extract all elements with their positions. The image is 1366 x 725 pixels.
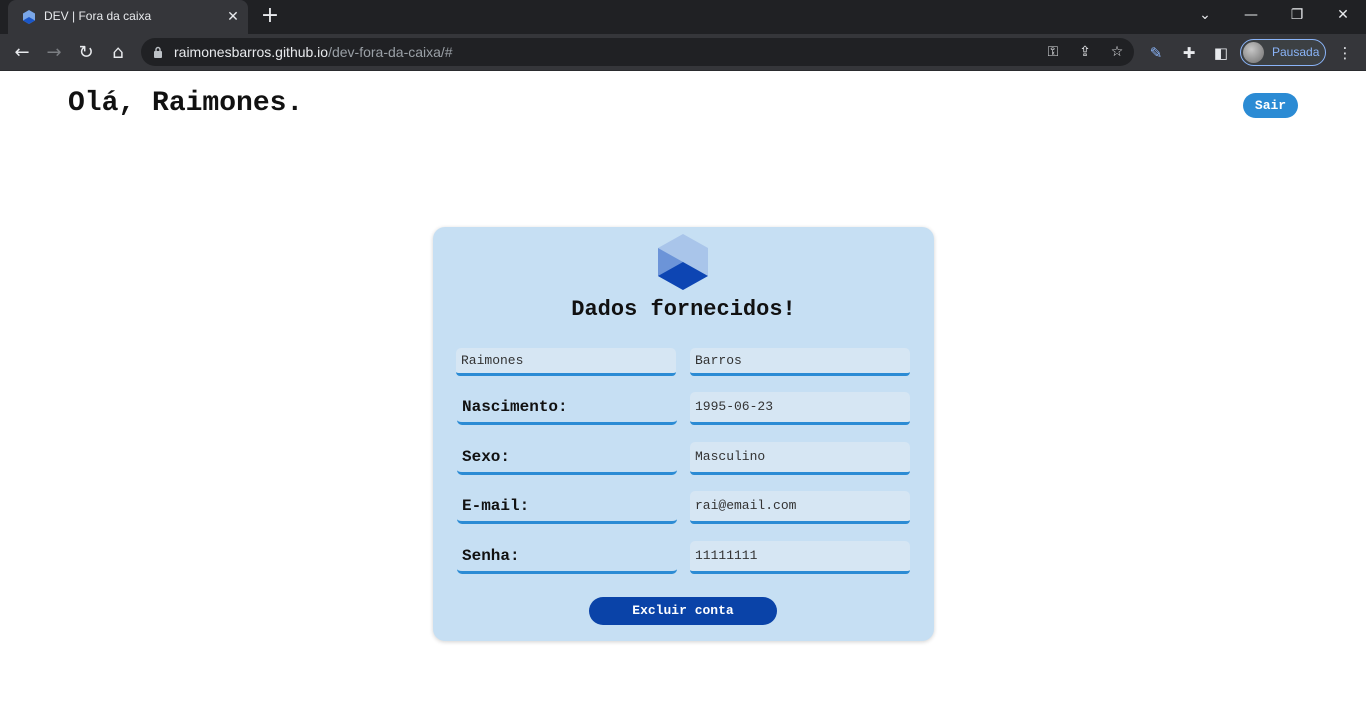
gender-label: Sexo:	[457, 442, 677, 475]
browser-tab-bar: DEV | Fora da caixa ✕ + ⌄ — ❐ ✕	[0, 0, 1366, 34]
address-bar[interactable]: raimonesbarros.github.io/dev-fora-da-cai…	[141, 38, 1134, 66]
browser-toolbar: ← → ↻ ⌂ raimonesbarros.github.io/dev-for…	[0, 34, 1366, 71]
lock-icon	[154, 46, 162, 58]
bookmark-star-icon[interactable]: ☆	[1107, 42, 1127, 62]
extension-pen-icon[interactable]: ✎	[1145, 42, 1167, 64]
new-tab-icon[interactable]: +	[258, 5, 282, 29]
profile-status: Pausada	[1272, 45, 1320, 59]
side-panel-icon[interactable]: ◧	[1210, 42, 1232, 64]
gender-field[interactable]: Masculino	[690, 442, 910, 475]
card-title: Dados fornecidos!	[571, 297, 796, 322]
user-data-card: Dados fornecidos! Raimones Barros Nascim…	[433, 227, 934, 641]
profile-button[interactable]: Pausada	[1240, 39, 1326, 66]
first-name-field[interactable]: Raimones	[456, 348, 676, 376]
url-host: raimonesbarros.github.io	[174, 44, 329, 60]
birthdate-label: Nascimento:	[457, 392, 677, 425]
tab-close-icon[interactable]: ✕	[224, 7, 242, 25]
restore-window-icon[interactable]: ❐	[1274, 0, 1320, 30]
url-text: raimonesbarros.github.io/dev-fora-da-cai…	[174, 44, 453, 60]
tab-title: DEV | Fora da caixa	[44, 9, 152, 23]
minimize-window-icon[interactable]: —	[1228, 0, 1274, 30]
tab-search-chevron-icon[interactable]: ⌄	[1182, 0, 1228, 30]
forward-icon[interactable]: →	[40, 39, 68, 67]
back-icon[interactable]: ←	[8, 39, 36, 67]
password-field[interactable]: 11111111	[690, 541, 910, 574]
password-label: Senha:	[457, 541, 677, 574]
logout-button[interactable]: Sair	[1243, 93, 1298, 118]
email-field[interactable]: rai@email.com	[690, 491, 910, 524]
home-icon[interactable]: ⌂	[104, 39, 132, 67]
share-icon[interactable]: ⇪	[1075, 42, 1095, 62]
site-favicon-icon	[23, 10, 35, 24]
reload-icon[interactable]: ↻	[72, 39, 100, 67]
close-window-icon[interactable]: ✕	[1320, 0, 1366, 30]
email-label: E-mail:	[457, 491, 677, 524]
greeting-heading: Olá, Raimones.	[68, 88, 304, 119]
birthdate-field[interactable]: 1995-06-23	[690, 392, 910, 425]
browser-menu-icon[interactable]: ⋮	[1334, 42, 1356, 64]
password-key-icon[interactable]: ⚿	[1043, 42, 1063, 62]
delete-account-button[interactable]: Excluir conta	[589, 597, 777, 625]
cube-logo-icon	[658, 234, 708, 290]
avatar	[1243, 42, 1264, 63]
last-name-field[interactable]: Barros	[690, 348, 910, 376]
browser-tab[interactable]: DEV | Fora da caixa ✕	[8, 0, 248, 34]
extensions-puzzle-icon[interactable]: ✚	[1178, 42, 1200, 64]
url-path: /dev-fora-da-caixa/#	[328, 44, 453, 60]
